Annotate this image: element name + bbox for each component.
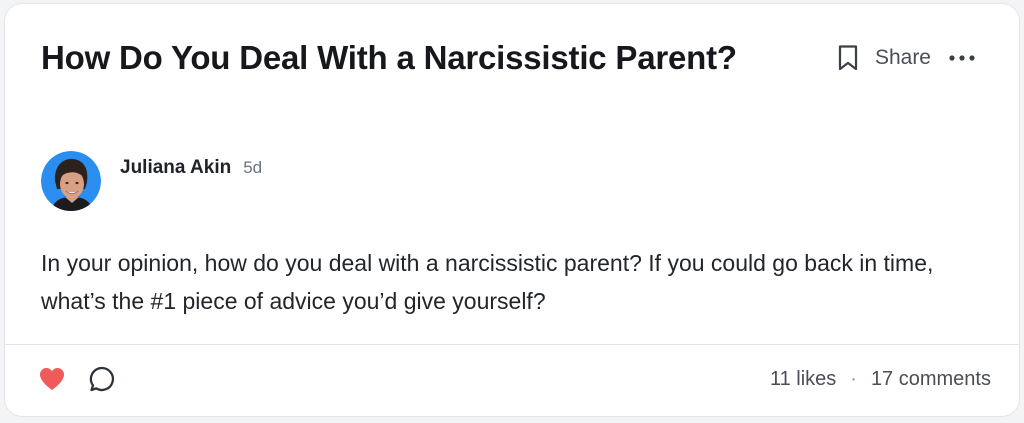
bookmark-button[interactable] [833,40,863,76]
avatar-image [41,151,101,211]
post-card: How Do You Deal With a Narcissistic Pare… [4,3,1020,417]
post-actions: Share [833,40,977,76]
reaction-buttons [37,364,117,394]
comment-button[interactable] [87,364,117,394]
bookmark-icon [838,45,858,71]
post-body: In your opinion, how do you deal with a … [41,250,934,314]
author-meta: Juliana Akin 5d [120,157,262,179]
avatar[interactable] [41,151,101,211]
like-button[interactable] [37,364,67,394]
comments-count[interactable]: 17 comments [871,368,991,391]
comment-icon [89,366,115,392]
post-title: How Do You Deal With a Narcissistic Pare… [41,39,737,76]
heart-icon [40,368,64,390]
more-horizontal-icon [949,55,975,61]
post-timestamp: 5d [243,158,263,177]
more-options-button[interactable] [947,40,977,76]
likes-count[interactable]: 11 likes [770,368,836,391]
divider [5,344,1019,345]
share-button[interactable]: Share [875,46,931,70]
author-name[interactable]: Juliana Akin [120,157,231,179]
author-row: Juliana Akin 5d [41,151,262,211]
stats-separator: · [850,368,857,390]
engagement-stats: 11 likes · 17 comments [770,368,991,391]
